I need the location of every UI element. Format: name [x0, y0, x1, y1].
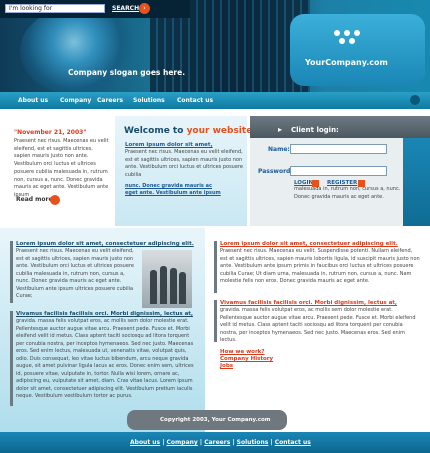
welcome-heading: Welcome to your website. [124, 126, 256, 136]
read-more-arrow-icon[interactable] [50, 195, 60, 205]
footer-careers[interactable]: Careers [204, 439, 230, 446]
how-we-work-link[interactable]: How we work? [220, 349, 265, 355]
welcome-highlight: your website. [186, 126, 256, 136]
search-link[interactable]: SEARCH [112, 5, 139, 12]
welcome-link-1[interactable]: nunc. Donec gravida mauris ac [125, 183, 212, 189]
person-figure [150, 270, 157, 304]
right-title-2[interactable]: Vivamus facilisis facilisis orci. Morbi … [220, 300, 397, 306]
read-more-link[interactable]: Read more [16, 196, 53, 203]
name-field[interactable] [290, 144, 387, 154]
bullet-bar [214, 300, 217, 342]
left-text-1: Praesent nec risus. Maecenas eu velit el… [16, 248, 134, 299]
welcome-title[interactable]: Lorem ipsum dolor sit amet, [125, 142, 213, 148]
bullet-bar [10, 241, 13, 303]
password-label: Password: [258, 168, 293, 175]
footer-contact-us[interactable]: Contact us [275, 439, 311, 446]
person-figure [179, 272, 186, 304]
search-go-icon[interactable]: › [139, 3, 150, 14]
company-logo-icon [332, 30, 362, 50]
people-photo [142, 250, 192, 308]
welcome-text: Praesent nec risus. Maecenas eu velit el… [125, 149, 243, 178]
bullet-bar [214, 241, 217, 293]
search-input[interactable] [5, 4, 105, 13]
bullet-bar [10, 311, 13, 406]
login-text: malesuada in, rutrum non, cursus a, nunc… [294, 186, 401, 200]
login-header [250, 116, 430, 138]
login-arrow-icon: ▸ [278, 125, 283, 134]
company-history-link[interactable]: Company History [220, 356, 273, 362]
nav-careers[interactable]: Careers [97, 97, 123, 104]
news-text: Praesent nec risus. Maecenas eu velit el… [14, 138, 109, 198]
company-slogan: Company slogan goes here. [68, 68, 186, 77]
name-label: Name: [268, 146, 290, 153]
welcome-prefix: Welcome to [124, 126, 187, 136]
left-title-2[interactable]: Vivamus facilisis facilisis orci. Morbi … [16, 311, 193, 317]
right-title-1[interactable]: Lorem ipsum dolor sit amet, consectetuer… [220, 241, 398, 247]
footer-about-us[interactable]: About us [130, 439, 160, 446]
left-text-2: gravida. massa felis volutpat eros, ac m… [16, 318, 194, 399]
nav-company[interactable]: Company [60, 97, 91, 104]
right-text-2: gravida. massa felis volutpat eros, ac m… [220, 307, 416, 343]
nav-contact-us[interactable]: Contact us [177, 97, 213, 104]
nav-arrow-icon [410, 95, 420, 105]
decorative-strip [403, 138, 430, 226]
login-title: Client login: [291, 126, 339, 134]
right-text-1: Praesent nec risus. Maecenas eu velit. S… [220, 248, 420, 284]
password-field[interactable] [290, 166, 387, 176]
footer-company[interactable]: Company [167, 439, 198, 446]
globe-graphic [20, 6, 140, 92]
person-figure [160, 266, 167, 304]
news-date: "November 21, 2003" [14, 129, 87, 136]
logo-panel [290, 14, 425, 86]
welcome-link-2[interactable]: eget ante. Vestibulum ante ipsum [125, 190, 221, 196]
nav-solutions[interactable]: Solutions [133, 97, 165, 104]
company-name: YourCompany.com [305, 58, 388, 67]
copyright-text: Copyright 2003, Your Company.com [160, 417, 271, 423]
left-title-1[interactable]: Lorem ipsum dolor sit amet, consectetuer… [16, 241, 194, 247]
main-nav: About us Company Careers Solutions Conta… [0, 92, 430, 109]
nav-about-us[interactable]: About us [18, 97, 48, 104]
footer-nav: About us | Company | Careers | Solutions… [130, 439, 311, 446]
person-figure [170, 268, 177, 304]
footer-solutions[interactable]: Solutions [237, 439, 269, 446]
jobs-link[interactable]: Jobs [220, 363, 233, 369]
